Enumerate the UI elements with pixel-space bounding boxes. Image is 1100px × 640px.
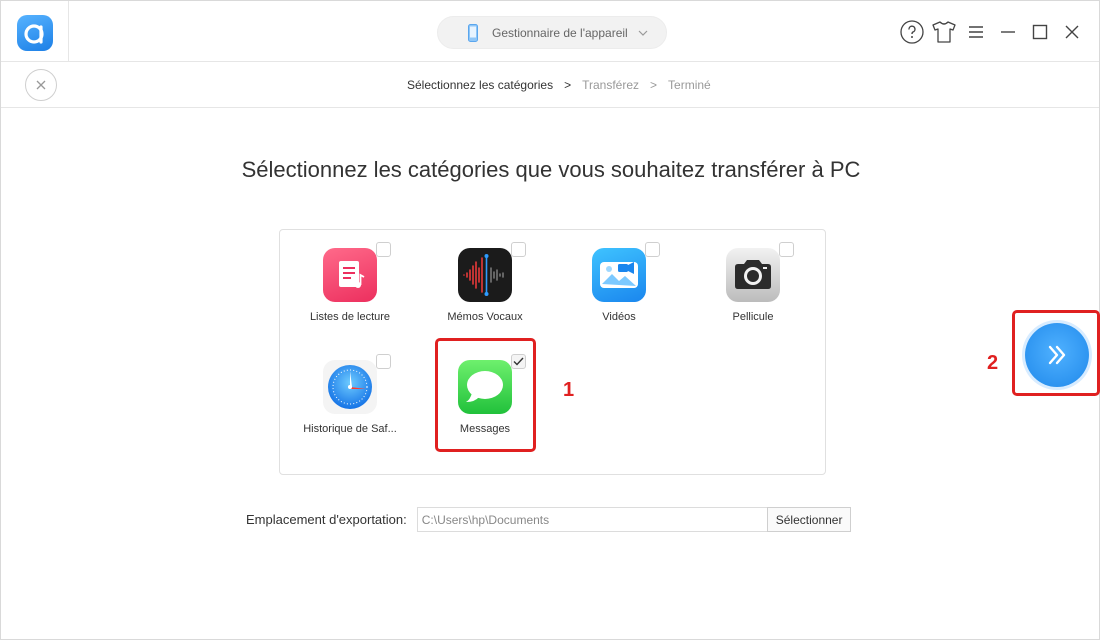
- close-window-icon[interactable]: [1059, 19, 1085, 45]
- step-separator: >: [650, 78, 658, 92]
- checkbox-camera-roll[interactable]: [779, 242, 794, 257]
- phone-icon: [468, 23, 478, 42]
- breadcrumb: Sélectionnez les catégories > Transférez…: [407, 78, 711, 92]
- close-icon: [36, 80, 46, 90]
- category-videos[interactable]: Vidéos: [559, 242, 679, 348]
- close-button[interactable]: [25, 69, 57, 101]
- annotation-highlight-messages: [435, 338, 536, 452]
- page-title: Sélectionnez les catégories que vous sou…: [241, 157, 861, 182]
- device-label: Gestionnaire de l'appareil: [492, 25, 628, 40]
- playlist-icon: [323, 248, 377, 302]
- category-label: Pellicule: [732, 311, 774, 323]
- checkbox-safari-history[interactable]: [376, 354, 391, 369]
- step-done: Terminé: [668, 78, 711, 92]
- app-window: Gestionnaire de l'appareil Sélectionnez …: [0, 0, 1100, 640]
- category-safari-history[interactable]: Historique de Saf...: [290, 354, 410, 460]
- checkbox-playlists[interactable]: [376, 242, 391, 257]
- double-chevron-right-icon: [1048, 345, 1066, 365]
- step-select-categories: Sélectionnez les catégories: [407, 78, 554, 92]
- select-folder-button[interactable]: Sélectionner: [766, 507, 852, 532]
- next-button[interactable]: [1025, 323, 1089, 387]
- window-controls: [899, 19, 1085, 45]
- category-label: Vidéos: [602, 311, 636, 323]
- help-icon[interactable]: [899, 19, 925, 45]
- minimize-icon[interactable]: [995, 19, 1021, 45]
- checkbox-videos[interactable]: [645, 242, 660, 257]
- export-location-label: Emplacement d'exportation:: [246, 512, 407, 527]
- step-separator: >: [564, 78, 572, 92]
- category-camera-roll[interactable]: Pellicule: [693, 242, 813, 348]
- videos-icon: [592, 248, 646, 302]
- export-location-row: Emplacement d'exportation: Sélectionner: [246, 507, 852, 532]
- category-label: Listes de lecture: [309, 311, 391, 323]
- annotation-number-1: 1: [563, 379, 575, 401]
- anytrans-logo-icon[interactable]: [17, 15, 53, 51]
- step-transfer: Transférez: [582, 78, 640, 92]
- device-manager-dropdown[interactable]: Gestionnaire de l'appareil: [437, 16, 667, 49]
- logo-area: [1, 1, 69, 62]
- category-label: Mémos Vocaux: [447, 311, 523, 323]
- category-label: Historique de Saf...: [303, 423, 397, 435]
- chevron-down-icon: [638, 30, 648, 36]
- maximize-icon[interactable]: [1027, 19, 1053, 45]
- camera-icon: [726, 248, 780, 302]
- category-playlists[interactable]: Listes de lecture: [290, 242, 410, 348]
- export-path-input[interactable]: [416, 507, 767, 532]
- voice-memo-icon: [458, 248, 512, 302]
- annotation-number-2: 2: [987, 352, 999, 374]
- category-voice-memos[interactable]: Mémos Vocaux: [425, 242, 545, 348]
- steps-bar: Sélectionnez les catégories > Transférez…: [1, 62, 1099, 108]
- checkbox-voice-memos[interactable]: [511, 242, 526, 257]
- safari-icon: [323, 360, 377, 414]
- skin-shirt-icon[interactable]: [931, 19, 957, 45]
- categories-panel: Listes de lecture Mémos Vocaux Vidéos Pe…: [279, 229, 826, 475]
- menu-icon[interactable]: [963, 19, 989, 45]
- title-bar: Gestionnaire de l'appareil: [1, 1, 1099, 62]
